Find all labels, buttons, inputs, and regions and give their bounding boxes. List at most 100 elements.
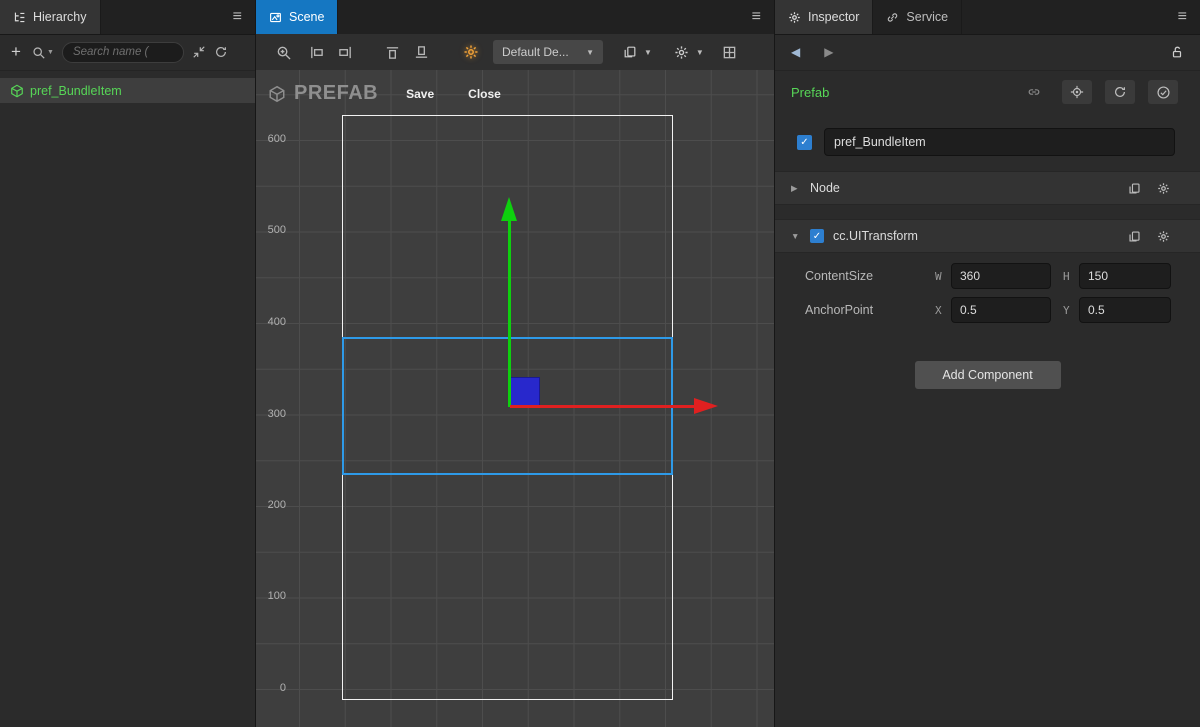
revert-prefab-icon[interactable] [1105,80,1135,104]
gear-icon [674,45,689,60]
prefab-close-button[interactable]: Close [468,87,501,101]
node-name-row: ✓ [797,127,1175,157]
content-size-width-input[interactable] [951,263,1051,289]
tab-inspector-label: Inspector [808,10,859,24]
scene-image-icon [269,11,282,24]
inspector-tabstrip: Inspector Service ≡ [775,0,1200,35]
align-left-edge-icon[interactable] [309,45,324,60]
design-resolution-dropdown[interactable]: Default De... ▼ [493,40,603,64]
scene-toolbar: Default De... ▼ ▼ ▼ [256,34,774,71]
prefab-asset-label: Prefab [791,85,829,100]
tab-scene-label: Scene [289,10,324,24]
ruler-label-0: 0 [258,682,286,694]
add-component-button[interactable]: Add Component [915,361,1061,389]
scene-panel: Scene ≡ Default De... [256,0,775,727]
inspector-nav-row: ◀ ▶ [775,34,1200,71]
history-back-icon[interactable]: ◀ [791,45,800,59]
search-filter-button[interactable]: ▼ [32,46,54,59]
gear-icon[interactable] [1157,230,1170,243]
docs-icon[interactable] [1128,230,1141,243]
tab-hierarchy[interactable]: Hierarchy [0,0,101,34]
inspector-menu-icon[interactable]: ≡ [1165,8,1200,26]
prefab-save-button[interactable]: Save [406,87,434,101]
gizmo-y-axis-arrow[interactable] [508,221,511,407]
node-section-title: Node [810,181,840,195]
inspector-gear-icon [788,11,801,24]
anchor-point-x-input[interactable] [951,297,1051,323]
gizmo-y-axis-arrowhead[interactable] [501,197,517,221]
search-icon [32,46,45,59]
prefab-mode-title: PREFAB [294,82,378,105]
align-right-edge-icon[interactable] [338,45,353,60]
check-icon: ✓ [813,231,821,242]
scene-viewport[interactable]: 600 500 400 300 200 100 0 PREFAB Save Cl… [256,70,774,727]
locate-prefab-icon[interactable] [1062,80,1092,104]
zoom-icon[interactable] [276,45,291,60]
service-link-icon [886,11,899,24]
layers-icon [623,45,637,59]
tab-inspector[interactable]: Inspector [775,0,873,34]
align-top-edge-icon[interactable] [385,45,400,60]
hierarchy-toolbar: + ▼ [0,34,255,71]
caret-down-icon: ▼ [696,48,704,57]
ruler-label-300: 300 [258,408,286,420]
hierarchy-tabstrip: Hierarchy ≡ [0,0,255,35]
node-active-checkbox[interactable]: ✓ [797,135,812,150]
grid-view-icon[interactable] [722,45,737,60]
hierarchy-panel: Hierarchy ≡ + ▼ [0,0,256,727]
apply-prefab-icon[interactable] [1148,80,1178,104]
node-section-actions [1128,182,1184,195]
prefab-cube-icon [268,85,286,103]
tab-service[interactable]: Service [873,0,962,34]
gizmo-anchor-handle[interactable] [510,377,540,407]
unlock-icon[interactable] [1170,45,1184,59]
ruler-label-400: 400 [258,316,286,328]
anchor-point-row: AnchorPoint X Y [775,297,1200,323]
unlink-prefab-icon[interactable] [1019,80,1049,104]
collapse-all-icon[interactable] [192,45,206,59]
tab-scene[interactable]: Scene [256,0,338,34]
component-enabled-checkbox[interactable]: ✓ [810,229,824,243]
history-forward-icon[interactable]: ▶ [824,45,833,59]
prefab-cube-icon [10,84,24,98]
docs-icon[interactable] [1128,182,1141,195]
scene-menu-icon[interactable]: ≡ [739,8,774,26]
caret-down-icon: ▼ [47,49,54,56]
check-icon: ✓ [800,137,808,148]
uitransform-section-title: cc.UITransform [833,229,918,243]
gizmo-x-axis-arrow[interactable] [510,405,694,408]
gear-icon[interactable] [1157,182,1170,195]
node-name-input[interactable] [824,128,1175,156]
prefab-edit-bar: PREFAB Save Close [268,82,501,105]
expand-open-icon[interactable]: ▼ [791,231,801,241]
uitransform-section-header[interactable]: ▼ ✓ cc.UITransform [775,219,1200,253]
create-node-button[interactable]: + [8,42,24,62]
scene-tabstrip: Scene ≡ [256,0,774,35]
scene-settings-dropdown[interactable]: ▼ [670,40,708,64]
y-key-label: Y [1063,304,1075,317]
content-size-label: ContentSize [805,269,935,283]
tree-item-prefab-root[interactable]: pref_BundleItem [0,78,255,103]
align-bottom-edge-icon[interactable] [414,45,429,60]
editor-window: Hierarchy ≡ + ▼ [0,0,1200,727]
refresh-icon[interactable] [214,45,228,59]
caret-down-icon: ▼ [586,48,594,57]
inspector-body: ◀ ▶ Prefab [775,34,1200,389]
gizmo-x-axis-arrowhead[interactable] [694,398,718,414]
hierarchy-menu-icon[interactable]: ≡ [220,8,255,26]
search-input[interactable] [62,42,184,63]
gizmo-settings-gear-icon[interactable] [463,44,479,60]
tab-service-label: Service [906,10,948,24]
tab-hierarchy-label: Hierarchy [33,10,87,24]
anchor-point-y-input[interactable] [1079,297,1171,323]
content-size-row: ContentSize W H [775,263,1200,289]
hierarchy-tree-icon [13,11,26,24]
ruler-label-600: 600 [258,133,286,145]
prefab-actions [1019,80,1184,104]
expand-closed-icon[interactable]: ▶ [791,183,801,194]
ruler-label-100: 100 [258,590,286,602]
anchor-point-label: AnchorPoint [805,303,935,317]
content-size-height-input[interactable] [1079,263,1171,289]
node-section-header[interactable]: ▶ Node [775,171,1200,205]
view-mode-dropdown[interactable]: ▼ [619,40,656,64]
